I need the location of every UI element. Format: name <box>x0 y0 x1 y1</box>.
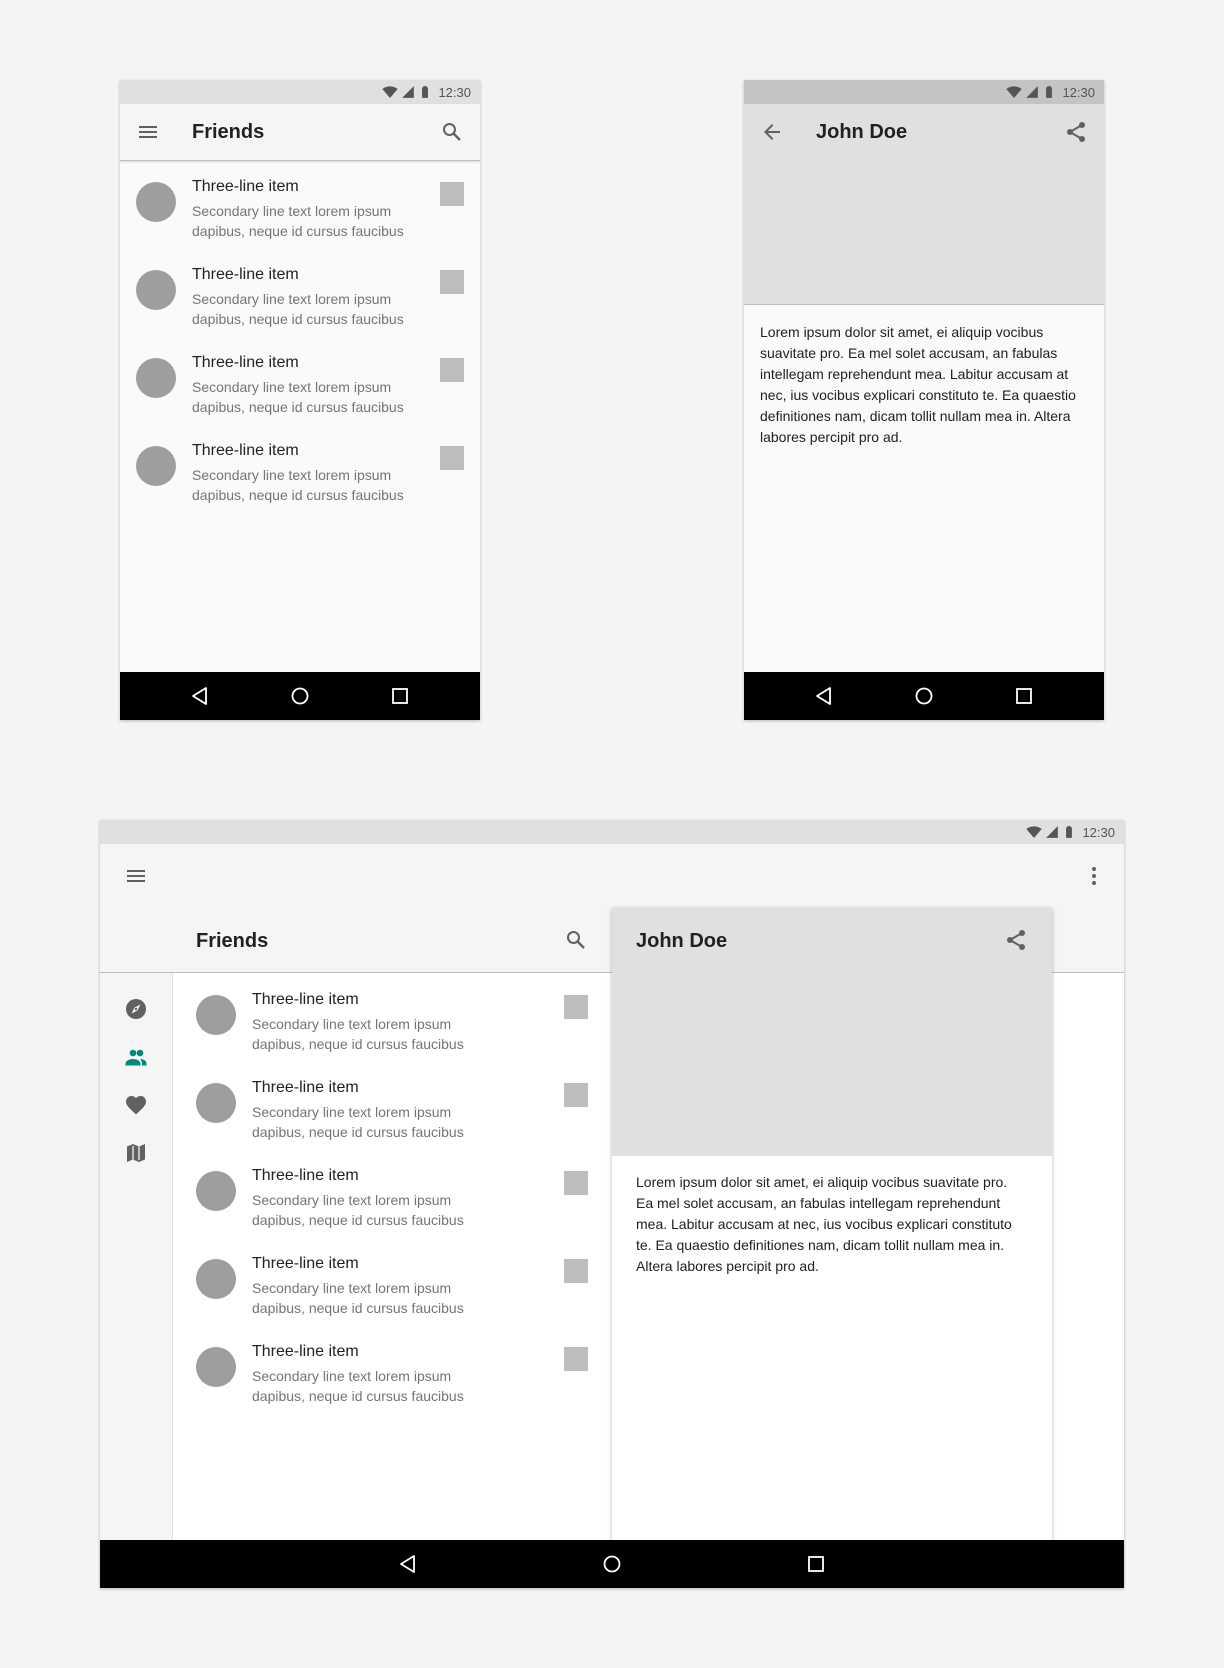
list-item[interactable]: Three-line item Secondary line text lore… <box>120 338 480 426</box>
detail-body: Lorem ipsum dolor sit amet, ei aliquip v… <box>760 324 1076 445</box>
list-item-thumbnail <box>564 1171 588 1195</box>
more-vert-icon[interactable] <box>1082 864 1106 888</box>
status-bar: 12:30 <box>100 820 1124 844</box>
avatar <box>136 270 176 310</box>
list-item-primary: Three-line item <box>192 354 299 371</box>
list-item-secondary: Secondary line text lorem ipsum dapibus,… <box>252 1280 464 1316</box>
list-item-secondary: Secondary line text lorem ipsum dapibus,… <box>252 1368 464 1404</box>
search-icon[interactable] <box>564 928 588 952</box>
people-icon[interactable] <box>124 1045 148 1069</box>
page-title: Friends <box>196 930 269 952</box>
status-bar: 12:30 <box>744 80 1104 104</box>
hero-header: John Doe <box>744 104 1104 305</box>
nav-recents-icon[interactable] <box>388 684 412 708</box>
list-item-primary: Three-line item <box>252 991 359 1008</box>
list-item-secondary: Secondary line text lorem ipsum dapibus,… <box>192 291 404 327</box>
explore-icon[interactable] <box>124 997 148 1021</box>
list-item-thumbnail <box>440 182 464 206</box>
page-title: Friends <box>192 121 265 143</box>
nav-back-icon[interactable] <box>812 684 836 708</box>
list-item-thumbnail <box>564 1347 588 1371</box>
phone-friends-screen: 12:30 Friends Three-line item Secondary … <box>120 80 480 720</box>
favorite-icon[interactable] <box>124 1093 148 1117</box>
status-time: 12:30 <box>438 84 471 100</box>
list-item-secondary: Secondary line text lorem ipsum dapibus,… <box>252 1104 464 1140</box>
avatar <box>136 358 176 398</box>
system-nav-bar <box>100 1540 1124 1588</box>
nav-home-icon[interactable] <box>912 684 936 708</box>
battery-icon <box>418 85 432 99</box>
avatar <box>136 446 176 486</box>
list-item-thumbnail <box>440 358 464 382</box>
nav-recents-icon[interactable] <box>804 1552 828 1576</box>
list-item[interactable]: Three-line item Secondary line text lore… <box>172 1063 612 1151</box>
nav-home-icon[interactable] <box>288 684 312 708</box>
signal-icon <box>401 85 415 99</box>
signal-icon <box>1045 825 1059 839</box>
nav-back-icon[interactable] <box>188 684 212 708</box>
list-item[interactable]: Three-line item Secondary line text lore… <box>120 426 480 514</box>
avatar <box>196 995 236 1035</box>
detail-title: John Doe <box>816 121 908 143</box>
list-item-primary: Three-line item <box>252 1343 359 1360</box>
status-time: 12:30 <box>1082 824 1115 840</box>
detail-pane: John Doe Lorem ipsum dolor sit amet, ei … <box>612 908 1052 1540</box>
list-item-secondary: Secondary line text lorem ipsum dapibus,… <box>192 379 404 415</box>
list-item-secondary: Secondary line text lorem ipsum dapibus,… <box>192 203 404 239</box>
list-item-thumbnail <box>564 995 588 1019</box>
menu-icon[interactable] <box>124 864 148 888</box>
navigation-rail <box>100 973 173 1540</box>
list-item-thumbnail <box>440 270 464 294</box>
avatar <box>196 1259 236 1299</box>
list-item-primary: Three-line item <box>192 178 299 195</box>
signal-icon <box>1025 85 1039 99</box>
list-item[interactable]: Three-line item Secondary line text lore… <box>172 975 612 1063</box>
nav-home-icon[interactable] <box>600 1552 624 1576</box>
system-nav-bar <box>120 672 480 720</box>
list-item-primary: Three-line item <box>192 442 299 459</box>
status-bar: 12:30 <box>120 80 480 104</box>
detail-title: John Doe <box>636 930 728 952</box>
list-item-thumbnail <box>440 446 464 470</box>
list-item-primary: Three-line item <box>252 1167 359 1184</box>
search-icon[interactable] <box>440 120 464 144</box>
phone-detail-screen: 12:30 John Doe Lorem ipsum dolor sit ame… <box>744 80 1104 720</box>
list-item-thumbnail <box>564 1259 588 1283</box>
avatar <box>196 1171 236 1211</box>
battery-icon <box>1042 85 1056 99</box>
map-icon[interactable] <box>124 1141 148 1165</box>
share-icon[interactable] <box>1004 928 1028 952</box>
avatar <box>196 1347 236 1387</box>
system-nav-bar <box>744 672 1104 720</box>
avatar <box>196 1083 236 1123</box>
status-time: 12:30 <box>1062 84 1095 100</box>
list-item[interactable]: Three-line item Secondary line text lore… <box>172 1327 612 1415</box>
list-item[interactable]: Three-line item Secondary line text lore… <box>172 1239 612 1327</box>
list-item-secondary: Secondary line text lorem ipsum dapibus,… <box>192 467 404 503</box>
list-item-thumbnail <box>564 1083 588 1107</box>
nav-back-icon[interactable] <box>396 1552 420 1576</box>
battery-icon <box>1062 825 1076 839</box>
detail-body: Lorem ipsum dolor sit amet, ei aliquip v… <box>636 1174 1012 1274</box>
wifi-icon <box>382 84 398 100</box>
app-bar: Friends <box>120 104 480 161</box>
menu-icon[interactable] <box>136 120 160 144</box>
hero-header: John Doe <box>612 908 1052 1156</box>
list-item[interactable]: Three-line item Secondary line text lore… <box>172 1151 612 1239</box>
list-item-primary: Three-line item <box>192 266 299 283</box>
wifi-icon <box>1026 824 1042 840</box>
arrow-back-icon[interactable] <box>760 120 784 144</box>
list-item-primary: Three-line item <box>252 1255 359 1272</box>
tablet-screen: 12:30 Friends Three-line item Secondary … <box>100 820 1124 1588</box>
list-item-secondary: Secondary line text lorem ipsum dapibus,… <box>252 1192 464 1228</box>
list-item[interactable]: Three-line item Secondary line text lore… <box>120 250 480 338</box>
list-item-primary: Three-line item <box>252 1079 359 1096</box>
list-item-secondary: Secondary line text lorem ipsum dapibus,… <box>252 1016 464 1052</box>
avatar <box>136 182 176 222</box>
wifi-icon <box>1006 84 1022 100</box>
nav-recents-icon[interactable] <box>1012 684 1036 708</box>
share-icon[interactable] <box>1064 120 1088 144</box>
list-item[interactable]: Three-line item Secondary line text lore… <box>120 162 480 250</box>
